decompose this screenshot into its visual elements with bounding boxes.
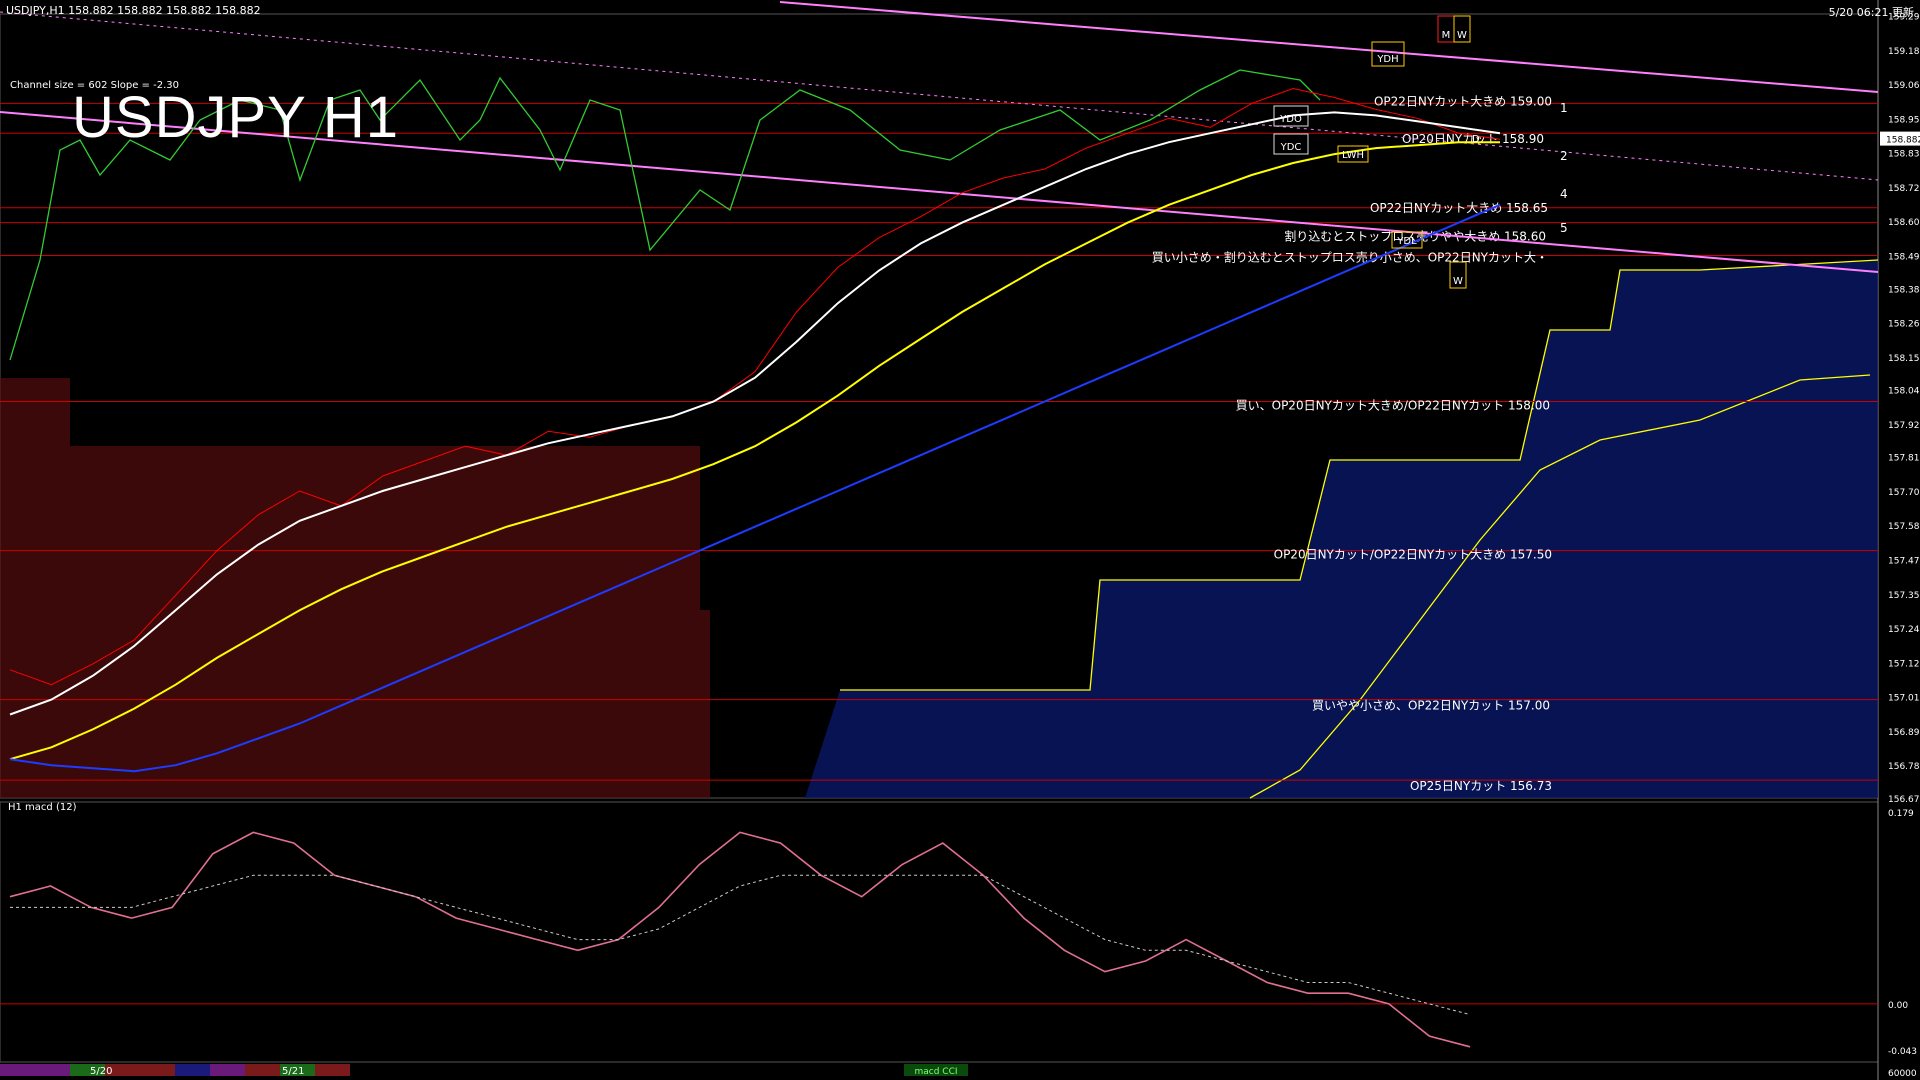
macd-main-line <box>9 831 1471 1048</box>
cloud-red-area <box>0 378 710 798</box>
macd-axis-3: 60000 <box>1888 1069 1917 1079</box>
price-tick-3: 158.950 <box>1888 115 1920 125</box>
price-tick-19: 157.125 <box>1888 659 1920 669</box>
level-label-7: 買いやや小さめ、OP22日NYカット 157.00 <box>1312 699 1550 713</box>
timeline-seg-1 <box>35 1064 70 1076</box>
macd-bottom-tag: macd CCI <box>914 1067 957 1077</box>
price-tick-10: 158.150 <box>1888 354 1920 364</box>
price-tick-7: 158.490 <box>1888 252 1920 262</box>
ydo-tag: YDO <box>1279 114 1302 125</box>
level-label-0: OP22日NYカット大きめ 159.00 <box>1374 94 1552 108</box>
price-tick-12: 157.925 <box>1888 421 1920 431</box>
price-tick-15: 157.585 <box>1888 522 1920 532</box>
projection-num-2: 4 <box>1560 187 1568 201</box>
macd-signal-line <box>10 874 1471 1016</box>
macd-axis-1: 0.00 <box>1888 1001 1908 1011</box>
timeline-seg-9 <box>315 1064 350 1076</box>
ydc-tag: YDC <box>1280 142 1302 153</box>
price-tick-9: 158.265 <box>1888 320 1920 330</box>
ydh-tag: YDH <box>1376 54 1398 65</box>
w-tag: W <box>1457 30 1467 41</box>
price-tick-17: 157.355 <box>1888 591 1920 601</box>
lwh-tag: LWH <box>1342 150 1364 161</box>
projection-num-3: 5 <box>1560 221 1568 235</box>
chart-title: USDJPY H1 <box>72 85 400 150</box>
macd-plot-frame <box>0 801 1879 1063</box>
channel-upper <box>779 1 1879 93</box>
price-tick-18: 157.240 <box>1888 625 1920 635</box>
m-tag: M <box>1442 30 1451 41</box>
timeline-seg-6 <box>210 1064 245 1076</box>
level-label-8: OP25日NYカット 156.73 <box>1410 779 1552 793</box>
price-tick-23: 156.670 <box>1888 795 1920 805</box>
price-tick-20: 157.010 <box>1888 694 1920 704</box>
d-marker: D <box>1472 134 1480 145</box>
price-tick-14: 157.700 <box>1888 488 1920 498</box>
price-tick-21: 156.895 <box>1888 728 1920 738</box>
timeline-date-0: 5/20 <box>90 1066 112 1077</box>
price-tick-13: 157.815 <box>1888 454 1920 464</box>
price-tick-8: 158.380 <box>1888 285 1920 295</box>
cloud-blue-area <box>805 260 1878 798</box>
price-tick-2: 159.065 <box>1888 81 1920 91</box>
chart-canvas: OP22日NYカット大きめ 159.00OP20日NYカット 158.90OP2… <box>0 0 1920 1080</box>
update-clock: 5/20 06:21 更新 <box>1828 6 1914 19</box>
projection-num-0: 1 <box>1560 101 1568 115</box>
macd-label: H1 macd (12) <box>8 802 77 813</box>
level-label-6: OP20日NYカット/OP22日NYカット大きめ 157.50 <box>1274 548 1552 562</box>
macd-axis-0: 0.179 <box>1888 809 1914 819</box>
price-tick-4: 158.835 <box>1888 150 1920 160</box>
price-tick-11: 158.040 <box>1888 387 1920 397</box>
current-price-label: 158.882 <box>1886 136 1920 146</box>
timeline-seg-4 <box>140 1064 175 1076</box>
price-tick-22: 156.780 <box>1888 762 1920 772</box>
symbol-header: USDJPY,H1 158.882 158.882 158.882 158.88… <box>6 4 261 17</box>
macd-axis-2: -0.043 <box>1888 1047 1917 1057</box>
level-label-5: 買い、OP20日NYカット大きめ/OP22日NYカット 158.00 <box>1236 399 1550 413</box>
price-tick-6: 158.605 <box>1888 218 1920 228</box>
level-label-2: OP22日NYカット大きめ 158.65 <box>1370 201 1548 215</box>
w-small-tag: W <box>1453 276 1463 287</box>
price-tick-5: 158.720 <box>1888 184 1920 194</box>
price-tick-1: 159.180 <box>1888 47 1920 57</box>
level-label-4: 買い小さめ・割り込むとストップロス売り小さめ、OP22日NYカット大・ <box>1152 249 1548 264</box>
price-tick-16: 157.470 <box>1888 557 1920 567</box>
timeline-seg-5 <box>175 1064 210 1076</box>
ydl-tag: YDL <box>1396 236 1417 247</box>
projection-num-1: 2 <box>1560 149 1568 163</box>
timeline-date-1: 5/21 <box>282 1066 304 1077</box>
timeline-seg-7 <box>245 1064 280 1076</box>
timeline-seg-0 <box>0 1064 35 1076</box>
